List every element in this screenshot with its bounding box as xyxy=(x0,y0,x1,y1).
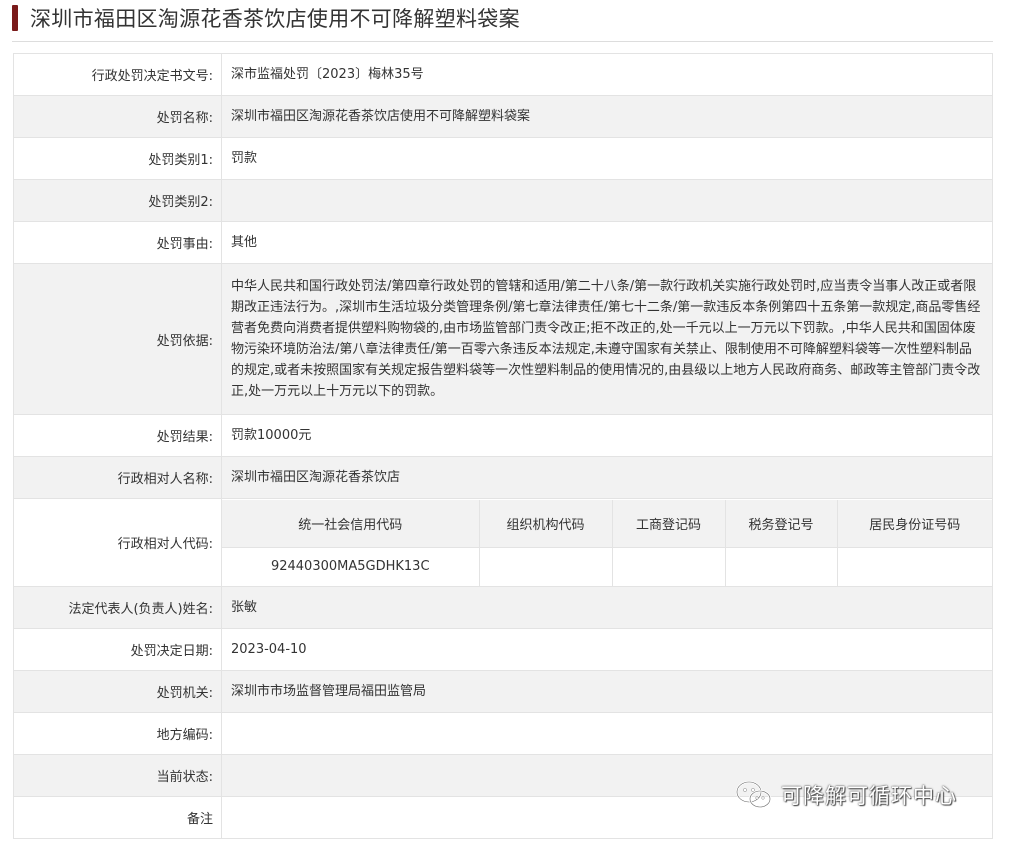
wechat-icon xyxy=(735,780,772,809)
credit-code-value: 92440300MA5GDHK13C xyxy=(222,546,480,586)
legal-representative-value: 张敏 xyxy=(221,586,993,629)
id-number-value xyxy=(836,546,992,586)
decision-date-label: 处罚决定日期: xyxy=(13,628,222,671)
party-codes-header-row: 统一社会信用代码 组织机构代码 工商登记码 税务登记号 居民身份证号码 xyxy=(222,499,992,548)
penalty-name-label: 处罚名称: xyxy=(13,95,222,138)
party-codes-label: 行政相对人代码: xyxy=(13,498,222,587)
local-code-label: 地方编码: xyxy=(13,712,222,755)
row-penalty-reason: 处罚事由: 其他 xyxy=(13,221,993,264)
penalty-category-2-label: 处罚类别2: xyxy=(13,179,222,222)
party-codes-table: 统一社会信用代码 组织机构代码 工商登记码 税务登记号 居民身份证号码 9244… xyxy=(222,499,992,586)
row-penalty-category-1: 处罚类别1: 罚款 xyxy=(13,137,993,180)
penalty-reason-value: 其他 xyxy=(221,221,993,264)
penalty-result-label: 处罚结果: xyxy=(13,414,222,457)
penalty-category-1-value: 罚款 xyxy=(221,137,993,180)
party-codes-value-row: 92440300MA5GDHK13C xyxy=(222,546,992,586)
remarks-label: 备注 xyxy=(13,796,222,839)
decision-date-value: 2023-04-10 xyxy=(221,628,993,671)
tax-reg-value xyxy=(724,546,838,586)
col-header-id-number: 居民身份证号码 xyxy=(836,499,992,548)
current-status-label: 当前状态: xyxy=(13,754,222,797)
legal-representative-label: 法定代表人(负责人)姓名: xyxy=(13,586,222,629)
col-header-org-code: 组织机构代码 xyxy=(478,499,613,548)
col-header-business-reg: 工商登记码 xyxy=(611,499,726,548)
row-penalty-basis: 处罚依据: 中华人民共和国行政处罚法/第四章行政处罚的管辖和适用/第二十八条/第… xyxy=(13,263,993,415)
page-header: 深圳市福田区淘源花香茶饮店使用不可降解塑料袋案 xyxy=(12,4,520,32)
penalty-basis-label: 处罚依据: xyxy=(13,263,222,415)
penalty-category-1-label: 处罚类别1: xyxy=(13,137,222,180)
col-header-tax-reg: 税务登记号 xyxy=(724,499,838,548)
party-codes-cell: 统一社会信用代码 组织机构代码 工商登记码 税务登记号 居民身份证号码 9244… xyxy=(221,498,993,587)
row-penalty-result: 处罚结果: 罚款10000元 xyxy=(13,414,993,457)
row-penalty-name: 处罚名称: 深圳市福田区淘源花香茶饮店使用不可降解塑料袋案 xyxy=(13,95,993,138)
watermark-text: 可降解可循环中心 xyxy=(781,784,957,808)
penalty-basis-value: 中华人民共和国行政处罚法/第四章行政处罚的管辖和适用/第二十八条/第一款行政机关… xyxy=(221,263,993,415)
row-decision-number: 行政处罚决定书文号: 深市监福处罚〔2023〕梅林35号 xyxy=(13,53,993,96)
penalty-result-value: 罚款10000元 xyxy=(221,414,993,457)
penalty-info-table: 行政处罚决定书文号: 深市监福处罚〔2023〕梅林35号 处罚名称: 深圳市福田… xyxy=(13,53,993,839)
title-divider xyxy=(12,41,993,42)
penalty-category-2-value xyxy=(221,179,993,222)
col-header-credit-code: 统一社会信用代码 xyxy=(222,499,480,548)
decision-number-value: 深市监福处罚〔2023〕梅林35号 xyxy=(221,53,993,96)
row-local-code: 地方编码: xyxy=(13,712,993,755)
penalty-authority-label: 处罚机关: xyxy=(13,670,222,713)
watermark: 可降解可循环中心 xyxy=(735,780,957,810)
party-name-value: 深圳市福田区淘源花香茶饮店 xyxy=(221,456,993,499)
row-decision-date: 处罚决定日期: 2023-04-10 xyxy=(13,628,993,671)
row-penalty-authority: 处罚机关: 深圳市市场监督管理局福田监管局 xyxy=(13,670,993,713)
title-accent-bar xyxy=(12,5,18,31)
row-party-codes: 行政相对人代码: 统一社会信用代码 组织机构代码 工商登记码 税务登记号 居民身… xyxy=(13,498,993,587)
row-party-name: 行政相对人名称: 深圳市福田区淘源花香茶饮店 xyxy=(13,456,993,499)
business-reg-value xyxy=(611,546,726,586)
org-code-value xyxy=(478,546,613,586)
party-name-label: 行政相对人名称: xyxy=(13,456,222,499)
penalty-name-value: 深圳市福田区淘源花香茶饮店使用不可降解塑料袋案 xyxy=(221,95,993,138)
page-title: 深圳市福田区淘源花香茶饮店使用不可降解塑料袋案 xyxy=(30,7,520,31)
local-code-value xyxy=(221,712,993,755)
penalty-reason-label: 处罚事由: xyxy=(13,221,222,264)
row-penalty-category-2: 处罚类别2: xyxy=(13,179,993,222)
penalty-authority-value: 深圳市市场监督管理局福田监管局 xyxy=(221,670,993,713)
decision-number-label: 行政处罚决定书文号: xyxy=(13,53,222,96)
row-legal-representative: 法定代表人(负责人)姓名: 张敏 xyxy=(13,586,993,629)
